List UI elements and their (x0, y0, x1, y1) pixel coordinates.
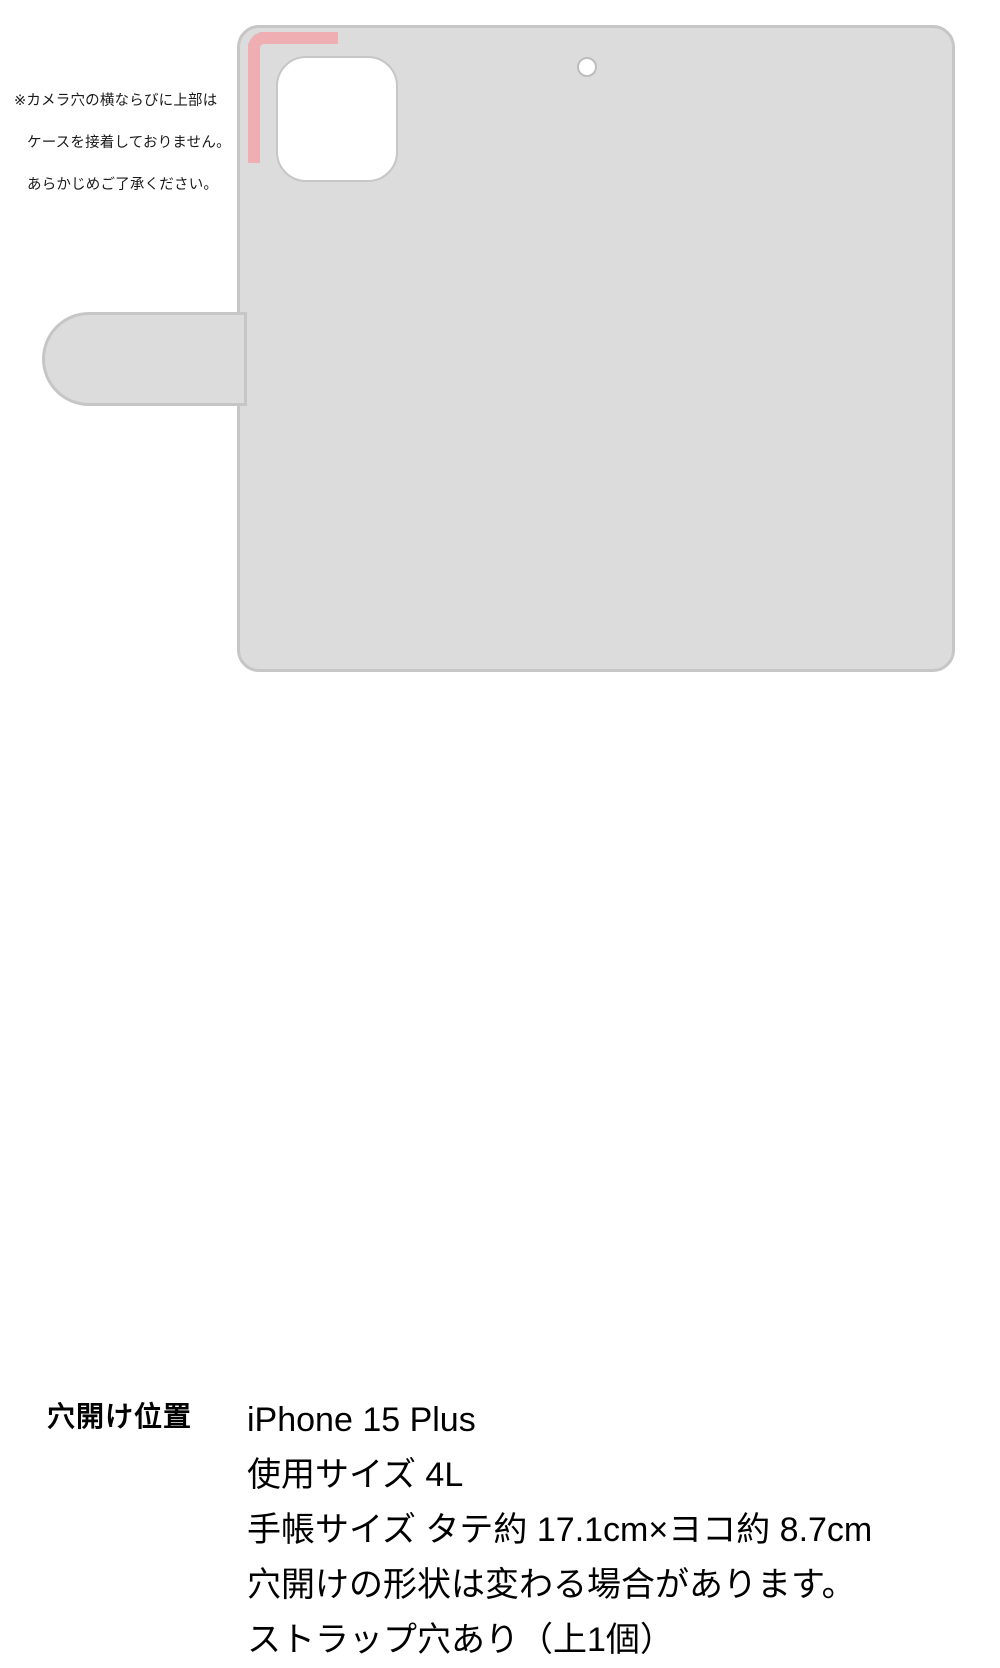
hole-position-label: 穴開け位置 (47, 1401, 193, 1432)
adhesion-note: ※カメラ穴の横ならびに上部は ケースを接着しておりません。 あらかじめご了承くだ… (14, 70, 238, 217)
side-flap-seam (234, 315, 244, 403)
strap-hole (577, 57, 597, 77)
adhesion-note-line-3: あらかじめご了承ください。 (27, 177, 219, 193)
case-diagram: ※カメラ穴の横ならびに上部は ケースを接着しておりません。 あらかじめご了承くだ… (0, 0, 1000, 690)
side-flap-tab (42, 312, 247, 406)
adhesion-note-line-2: ケースを接着しておりません。 (27, 135, 231, 151)
adhesion-note-line-1: ※カメラ穴の横ならびに上部は (14, 93, 218, 109)
spec-line-model: iPhone 15 Plus (247, 1401, 476, 1439)
spec-line-dimensions: 手帳サイズ タテ約 17.1cm×ヨコ約 8.7cm (247, 1511, 873, 1549)
no-adhesion-marker-side (248, 43, 260, 163)
spec-line-strap-hole: ストラップ穴あり（上1個） (247, 1621, 674, 1659)
spec-line-shape-disclaimer: 穴開けの形状は変わる場合があります。 (247, 1566, 856, 1604)
product-spec-page: ※カメラ穴の横ならびに上部は ケースを接着しておりません。 あらかじめご了承くだ… (0, 0, 1000, 1659)
spec-section: 穴開け位置 iPhone 15 Plus 使用サイズ 4L 手帳サイズ タテ約 … (0, 690, 1000, 1659)
camera-cutout (276, 56, 398, 182)
spec-line-list: iPhone 15 Plus 使用サイズ 4L 手帳サイズ タテ約 17.1cm… (247, 1393, 987, 1668)
spec-line-size-class: 使用サイズ 4L (247, 1456, 464, 1494)
no-adhesion-marker-top (259, 32, 338, 44)
